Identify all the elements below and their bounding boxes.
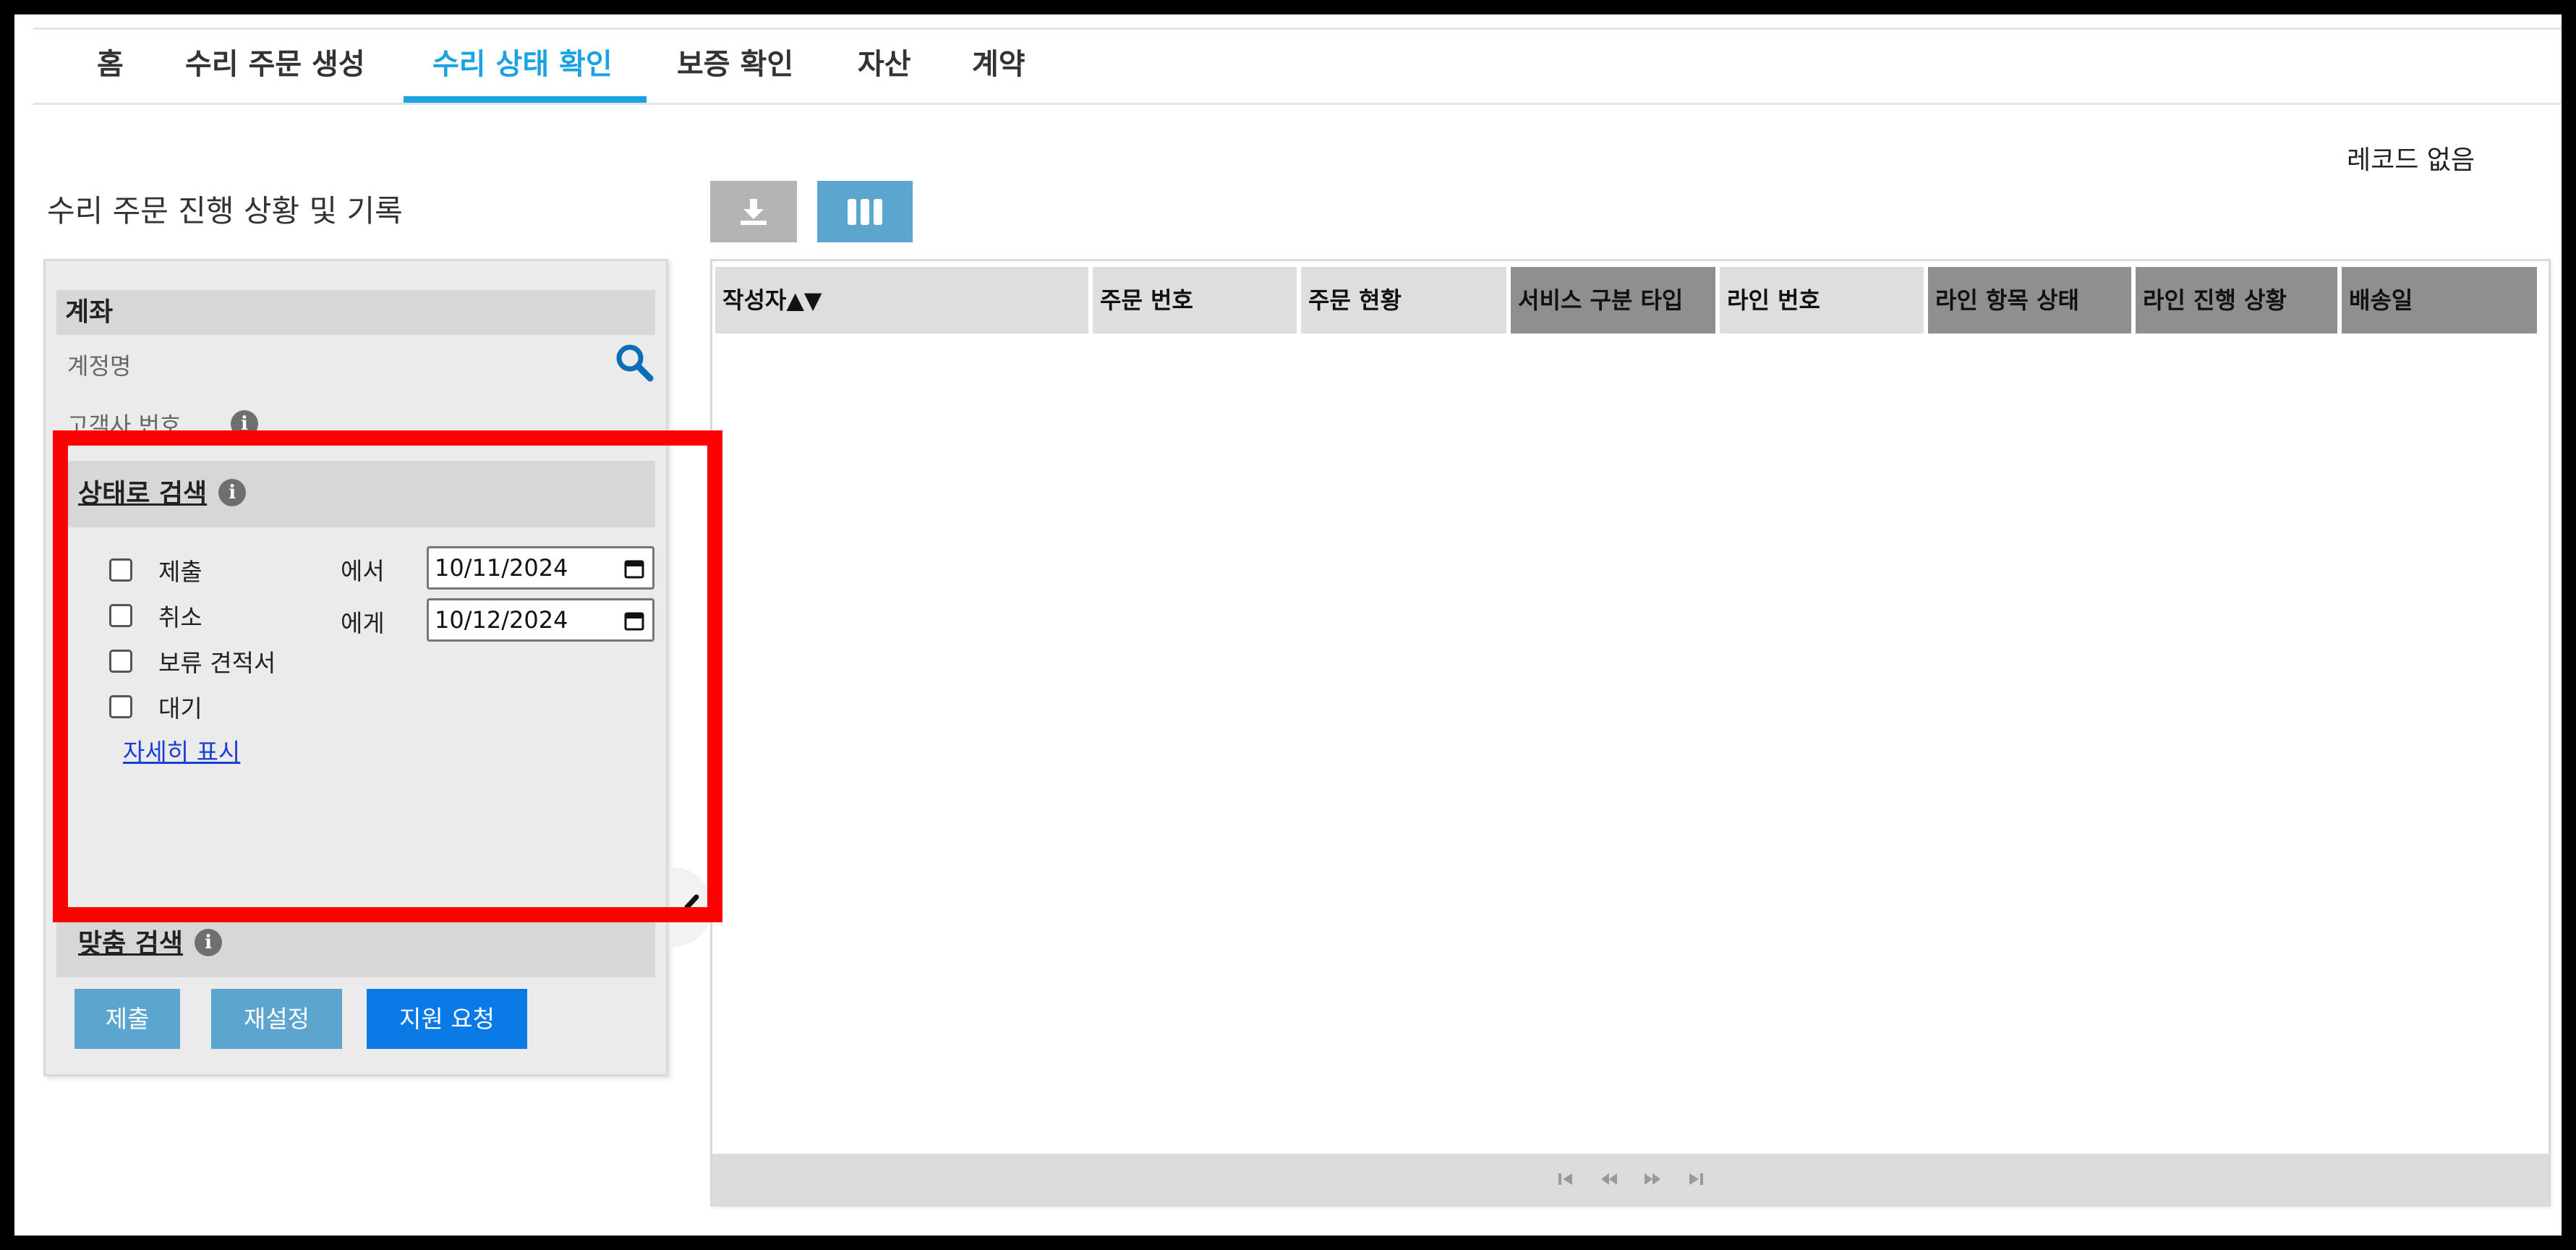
info-icon[interactable]: i (195, 929, 223, 956)
checkbox[interactable] (109, 558, 132, 582)
status-option-label: 대기 (158, 694, 202, 723)
last-page-icon[interactable] (1686, 1171, 1705, 1187)
previous-page-icon[interactable] (1600, 1171, 1618, 1187)
from-date-input[interactable]: 10/11/2024 (427, 546, 654, 590)
grid-pager (712, 1154, 2549, 1204)
results-grid: 작성자▲▼ 주문 번호 주문 현황 서비스 구분 타입 라인 번호 라인 항목 … (710, 259, 2551, 1207)
checkbox[interactable] (109, 695, 132, 718)
status-option-waiting[interactable]: 대기 (109, 689, 202, 725)
to-date-input[interactable]: 10/12/2024 (427, 598, 654, 642)
calendar-icon[interactable] (623, 610, 645, 632)
main-nav: 홈 수리 주문 생성 수리 상태 확인 보증 확인 자산 계약 (33, 27, 2562, 105)
column-header-line-progress[interactable]: 라인 진행 상황 (2136, 267, 2337, 333)
status-option-cancelled[interactable]: 취소 (109, 598, 202, 634)
from-date-value: 10/11/2024 (435, 554, 568, 582)
status-option-label: 제출 (158, 558, 202, 586)
account-name-label: 계정명 (67, 352, 132, 380)
filter-panel: 계좌 계정명 고객사 번호 i 상태로 검색 i 제출 취소 보류 견적서 대기 … (43, 259, 712, 1076)
column-header-ship-date[interactable]: 배송일 (2342, 267, 2537, 333)
download-button[interactable] (710, 181, 797, 242)
column-header-line-item-status[interactable]: 라인 항목 상태 (1928, 267, 2131, 333)
to-date-value: 10/12/2024 (435, 606, 568, 634)
customer-number-label: 고객사 번호 (67, 412, 182, 439)
status-option-label: 취소 (158, 603, 202, 632)
columns-button[interactable] (817, 181, 913, 242)
account-section-header: 계좌 (56, 290, 655, 335)
checkbox[interactable] (109, 650, 132, 673)
from-date-label: 에서 (341, 557, 385, 585)
status-search-title[interactable]: 상태로 검색 (78, 479, 207, 509)
to-date-label: 에게 (341, 609, 385, 637)
column-header-order-number[interactable]: 주문 번호 (1093, 267, 1297, 333)
first-page-icon[interactable] (1556, 1171, 1575, 1187)
tab-create-repair-order[interactable]: 수리 주문 생성 (185, 30, 365, 103)
column-header-line-number[interactable]: 라인 번호 (1720, 267, 1924, 333)
collapse-panel-button[interactable] (670, 867, 712, 947)
records-status: 레코드 없음 (2347, 145, 2475, 175)
tab-repair-status[interactable]: 수리 상태 확인 (432, 30, 613, 103)
column-header-order-status[interactable]: 주문 현황 (1301, 267, 1506, 333)
checkbox[interactable] (109, 604, 132, 627)
column-header-author[interactable]: 작성자▲▼ (715, 267, 1088, 333)
download-icon (741, 198, 767, 225)
support-request-button[interactable]: 지원 요청 (367, 989, 527, 1049)
custom-search-title[interactable]: 맞춤 검색 (78, 929, 183, 958)
next-page-icon[interactable] (1643, 1171, 1662, 1187)
submit-button[interactable]: 제출 (74, 989, 180, 1049)
info-icon[interactable]: i (231, 410, 258, 438)
tab-assets[interactable]: 자산 (858, 30, 911, 103)
column-header-service-type[interactable]: 서비스 구분 타입 (1511, 267, 1715, 333)
status-option-label: 보류 견적서 (158, 649, 276, 677)
status-option-pending-quote[interactable]: 보류 견적서 (109, 643, 276, 679)
reset-button[interactable]: 재설정 (211, 989, 342, 1049)
info-icon[interactable]: i (218, 479, 247, 506)
active-tab-indicator (404, 96, 647, 103)
status-option-submitted[interactable]: 제출 (109, 552, 202, 588)
custom-search-header[interactable]: 맞춤 검색 i (56, 911, 655, 977)
status-search-header[interactable]: 상태로 검색 i (56, 461, 655, 527)
search-icon[interactable] (614, 342, 654, 383)
page-title: 수리 주문 진행 상황 및 기록 (47, 193, 403, 229)
show-details-link[interactable]: 자세히 표시 (123, 733, 240, 768)
calendar-icon[interactable] (623, 558, 645, 579)
chevron-left-icon (684, 894, 699, 920)
tab-warranty-check[interactable]: 보증 확인 (677, 30, 793, 103)
tab-home[interactable]: 홈 (97, 30, 124, 103)
grid-header-row: 작성자▲▼ 주문 번호 주문 현황 서비스 구분 타입 라인 번호 라인 항목 … (715, 267, 2541, 333)
tab-contracts[interactable]: 계약 (972, 30, 1025, 103)
columns-icon (848, 198, 882, 225)
app-window: 홈 수리 주문 생성 수리 상태 확인 보증 확인 자산 계약 레코드 없음 수… (14, 14, 2562, 1236)
